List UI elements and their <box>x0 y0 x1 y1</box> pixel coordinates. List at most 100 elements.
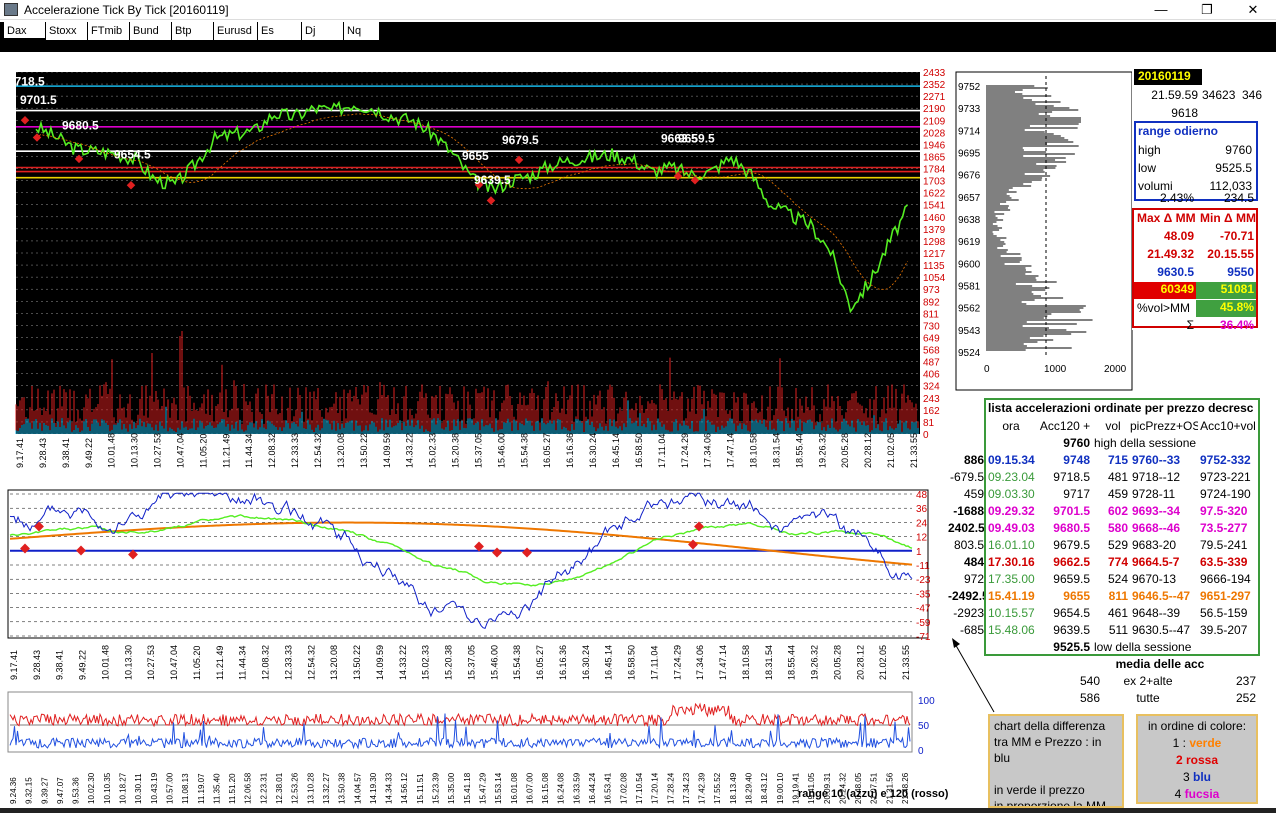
time-label: 13.10.28 <box>306 772 315 804</box>
time-label: 11.08.13 <box>181 773 190 804</box>
time-label: 16.58.50 <box>634 433 644 468</box>
tick-count-tail: 346 <box>1242 88 1262 102</box>
histogram-price-label: 9581 <box>958 282 981 293</box>
time-label: 15.35.00 <box>447 772 456 804</box>
price-annotation: 9654.5 <box>114 147 151 161</box>
minimize-button[interactable]: — <box>1138 0 1184 20</box>
app-icon <box>4 3 18 16</box>
tab-dj[interactable]: Dj <box>302 22 344 40</box>
time-label: 12.54.32 <box>306 645 316 680</box>
tab-stoxx[interactable]: Stoxx <box>46 22 88 40</box>
time-label: 12.38.01 <box>275 772 284 804</box>
time-label: 11.05.20 <box>198 434 208 468</box>
tab-es[interactable]: Es <box>258 22 302 40</box>
time-label: 9.49.22 <box>78 650 88 680</box>
acc-row-left: -685 <box>959 623 984 637</box>
time-label: 12.54.32 <box>313 433 323 468</box>
axis-tick: 730 <box>923 321 940 332</box>
time-label: 14.19.30 <box>369 772 378 804</box>
time-label: 17.34.06 <box>695 645 705 680</box>
time-label: 18.29.40 <box>745 772 754 804</box>
acc-row-time: 17.30.16 <box>988 555 1035 569</box>
acc-row-vol: 481 <box>1107 470 1128 484</box>
axis-tick: -71 <box>916 632 931 643</box>
time-label: 11.21.49 <box>215 646 225 680</box>
axis-tick: 2433 <box>923 68 946 79</box>
time-label: 20.05.28 <box>832 645 842 680</box>
tab-bar: Dax Stoxx FTmib Bund Btp Eurusd Es Dj Nq <box>0 22 1276 40</box>
axis-tick: 24 <box>916 518 928 529</box>
tab-bund[interactable]: Bund <box>130 22 172 40</box>
histogram-price-label: 9600 <box>958 259 981 270</box>
chart-note: chart della differenza tra MM e Prezzo :… <box>988 714 1124 808</box>
acc-row-value: 9718.5 <box>1053 470 1090 484</box>
time-label: 16.45.14 <box>611 433 621 468</box>
status-strip <box>0 808 1276 813</box>
acc-row-pic: 9718--12 <box>1132 470 1181 484</box>
tab-dax[interactable]: Dax <box>4 22 46 40</box>
time-label: 20.05.28 <box>840 433 850 468</box>
time-label: 10.13.30 <box>123 645 133 680</box>
time-label: 11.51.20 <box>228 773 237 804</box>
close-button[interactable]: ✕ <box>1230 0 1276 20</box>
acc-row-time: 16.01.10 <box>988 538 1035 552</box>
tab-nq[interactable]: Nq <box>344 22 380 40</box>
time-label: 13.20.08 <box>329 645 339 680</box>
time-label: 16.44.24 <box>588 772 597 804</box>
acc-row-left: 972 <box>963 572 984 586</box>
acc-row-value: 9748 <box>1063 453 1090 467</box>
tab-ftmib[interactable]: FTmib <box>88 22 130 40</box>
time-label: 16.15.08 <box>541 772 550 804</box>
time-label: 9.28.43 <box>32 650 42 680</box>
axis-tick: 649 <box>923 333 940 344</box>
acc-row-vol: 524 <box>1107 572 1128 586</box>
toolbar-strip <box>0 40 1276 52</box>
time-label: 13.20.08 <box>336 433 346 468</box>
acc-row-pic: 9630.5--47 <box>1132 623 1191 637</box>
histogram-x-label: 2000 <box>1104 364 1127 375</box>
title-bar: Accelerazione Tick By Tick [20160119] — … <box>0 0 1276 20</box>
acc-row-left: 459 <box>963 487 984 501</box>
time-label: 9.38.41 <box>55 650 65 680</box>
acc-row-left: -2492.5 <box>948 589 984 603</box>
range-box: range odierno high 9760 low 9525.5 volum… <box>1134 121 1258 201</box>
histogram-price-label: 9543 <box>958 326 981 337</box>
time-label: 15.02.33 <box>421 645 431 680</box>
acc-row-vol: 459 <box>1107 487 1128 501</box>
time-label: 10.47.04 <box>169 645 179 680</box>
time-label: 10.27.53 <box>153 433 163 468</box>
tab-eurusd[interactable]: Eurusd <box>214 22 258 40</box>
axis-tick: 1054 <box>923 273 946 284</box>
time-label: 12.06.58 <box>244 772 253 804</box>
time-label: 18.31.54 <box>771 433 781 468</box>
acc-row-vol: 811 <box>1108 589 1128 603</box>
acc-row-vol: 602 <box>1107 504 1128 518</box>
time-label: 18.55.44 <box>794 433 804 468</box>
axis-tick: 1 <box>916 547 922 558</box>
acc-row-acc10: 9723-221 <box>1200 470 1251 484</box>
time-label: 21.33.55 <box>909 433 919 468</box>
axis-tick: 324 <box>923 382 940 393</box>
axis-tick: 1703 <box>923 177 946 188</box>
time-label: 10.43.19 <box>150 772 159 804</box>
time-label: 17.11.04 <box>657 434 667 468</box>
time-label: 16.58.50 <box>627 645 637 680</box>
volume-profile: 9752 9733 9714 9695 9676 9657 9638 9619 9600 9581… <box>954 52 1134 392</box>
tab-btp[interactable]: Btp <box>172 22 214 40</box>
time-label: 10.13.30 <box>130 433 140 468</box>
axis-tick: 1298 <box>923 237 946 248</box>
acc-row-time: 17.35.00 <box>988 572 1035 586</box>
axis-tick: 50 <box>918 721 930 732</box>
time-label: 15.41.18 <box>463 772 472 804</box>
time-label: 15.20.38 <box>444 645 454 680</box>
time-label: 18.55.44 <box>787 645 797 680</box>
time-label: 15.46.00 <box>489 645 499 680</box>
maximize-button[interactable]: ❐ <box>1184 0 1230 20</box>
price-annotation: 9639.5 <box>474 173 511 187</box>
histogram-price-label: 9695 <box>958 149 981 160</box>
acc-row-pic: 9683-20 <box>1132 538 1177 552</box>
time-label: 17.47.14 <box>726 433 736 468</box>
axis-tick: 568 <box>923 346 940 357</box>
axis-tick: 81 <box>923 418 935 429</box>
tick-count: 34623 <box>1202 88 1236 102</box>
